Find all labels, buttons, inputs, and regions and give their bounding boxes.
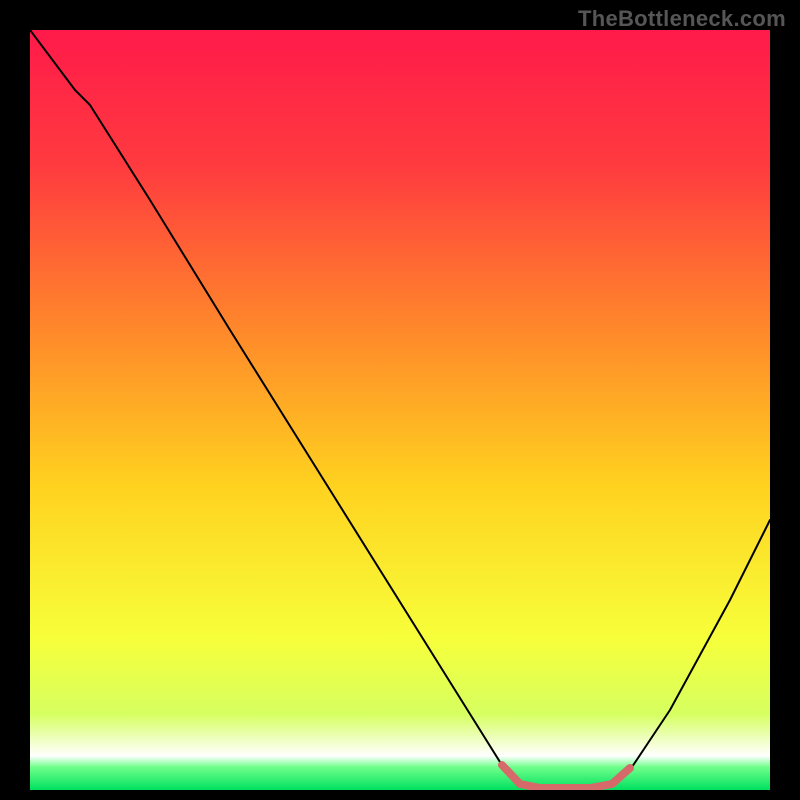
chart-frame: TheBottleneck.com: [0, 0, 800, 800]
attribution-label: TheBottleneck.com: [578, 6, 786, 32]
plot-background: [30, 30, 770, 790]
chart-svg: [30, 30, 770, 790]
